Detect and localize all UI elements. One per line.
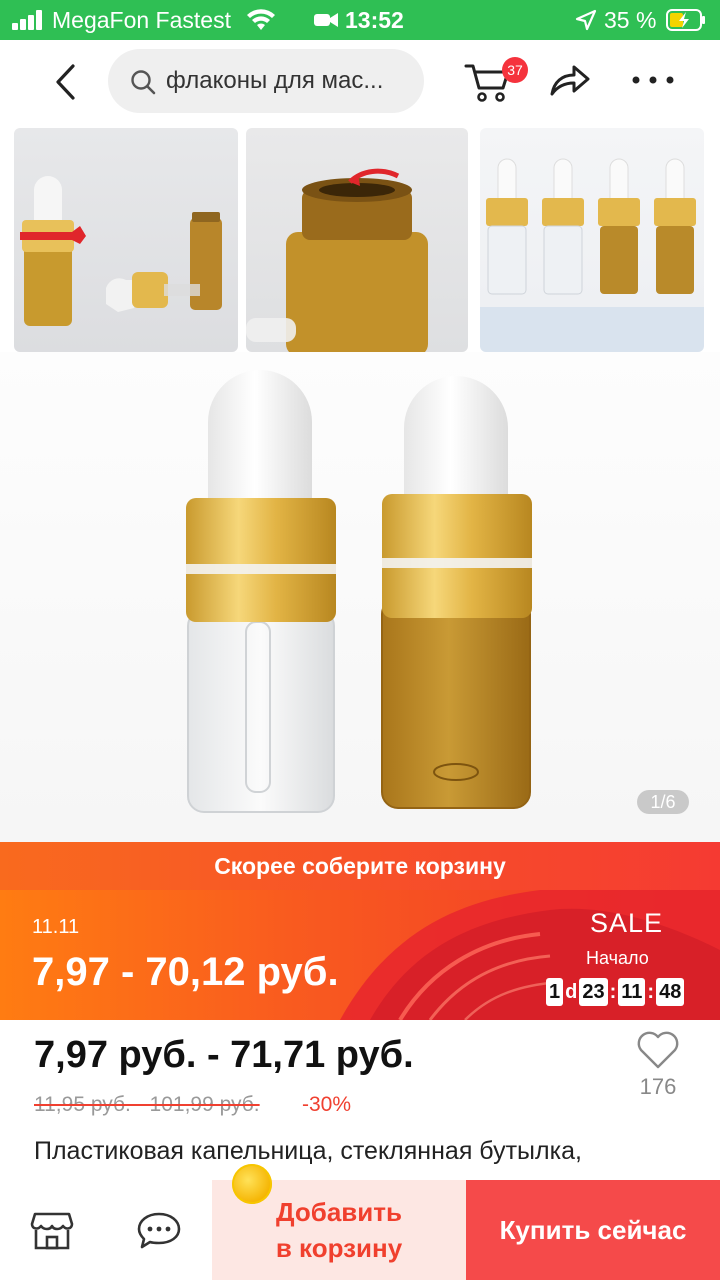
- countdown-days: 1: [546, 978, 564, 1006]
- wifi-icon: [247, 9, 275, 30]
- share-icon[interactable]: [548, 60, 592, 100]
- cart-count-badge: 37: [502, 57, 528, 83]
- bottle-neck-image: [246, 168, 428, 352]
- main-product-image[interactable]: [0, 352, 720, 842]
- back-icon[interactable]: [44, 60, 88, 104]
- bottom-action-bar: Добавить в корзину Купить сейчас: [0, 1180, 720, 1280]
- sale-banner[interactable]: 11.11 7,97 - 70,12 руб. SALE Начало 1 d …: [0, 890, 720, 1020]
- promo-banner[interactable]: Скорее соберите корзину: [0, 842, 720, 890]
- original-price: 11,95 руб. - 101,99 руб.: [34, 1093, 260, 1116]
- countdown-hours: 23: [579, 978, 608, 1006]
- dropper-bottle-image: [20, 176, 222, 326]
- favorites-count: 176: [639, 1074, 677, 1099]
- countdown-minutes: 11: [618, 978, 646, 1006]
- search-icon: [131, 70, 156, 95]
- product-price: 7,97 руб. - 71,71 руб.: [34, 1034, 414, 1076]
- signal-icon: [12, 10, 42, 30]
- countdown-seconds: 48: [656, 978, 685, 1006]
- more-options-icon[interactable]: [630, 70, 676, 90]
- camera-icon: [314, 13, 338, 27]
- dropper-bottles-photo: [186, 370, 532, 813]
- countdown-timer: 1 d 23 : 11 : 48: [546, 978, 685, 1006]
- four-bottles-image: [486, 158, 696, 295]
- search-bar[interactable]: флаконы для мас...: [108, 49, 424, 113]
- thumbnail-2[interactable]: [246, 128, 468, 352]
- carrier-name: MegaFon Fastest: [52, 7, 231, 33]
- location-icon: [575, 9, 597, 31]
- add-to-cart-line2: в корзину: [275, 1233, 403, 1263]
- store-icon[interactable]: [30, 1210, 74, 1252]
- thumbnail-3[interactable]: [480, 128, 704, 352]
- battery-icon: [666, 9, 705, 31]
- clock: 13:52: [345, 7, 404, 33]
- discount-percent: -30%: [302, 1093, 352, 1116]
- product-title[interactable]: Пластиковая капельница, стеклянная бутыл…: [34, 1134, 674, 1168]
- sale-label: SALE: [590, 908, 664, 938]
- top-navigation: флаконы для мас... 37: [0, 40, 720, 124]
- promo-price: 7,97 - 70,12 руб.: [32, 950, 339, 994]
- battery-percent: 35 %: [604, 7, 657, 33]
- chat-icon[interactable]: [136, 1210, 182, 1250]
- product-page: MegaFon Fastest 13:52 35 % флаконы для м…: [0, 0, 720, 1280]
- sale-start-label: Начало: [586, 948, 649, 968]
- coin-icon[interactable]: [232, 1164, 272, 1204]
- promo-event-date: 11.11: [32, 916, 80, 938]
- countdown-days-unit: d: [565, 980, 578, 1003]
- thumbnail-1[interactable]: [14, 128, 238, 352]
- search-query: флаконы для мас...: [166, 67, 384, 94]
- image-counter: 1/6: [637, 790, 689, 814]
- buy-now-button[interactable]: Купить сейчас: [466, 1180, 720, 1280]
- status-bar: MegaFon Fastest 13:52 35 %: [0, 0, 720, 40]
- heart-icon[interactable]: [636, 1030, 680, 1070]
